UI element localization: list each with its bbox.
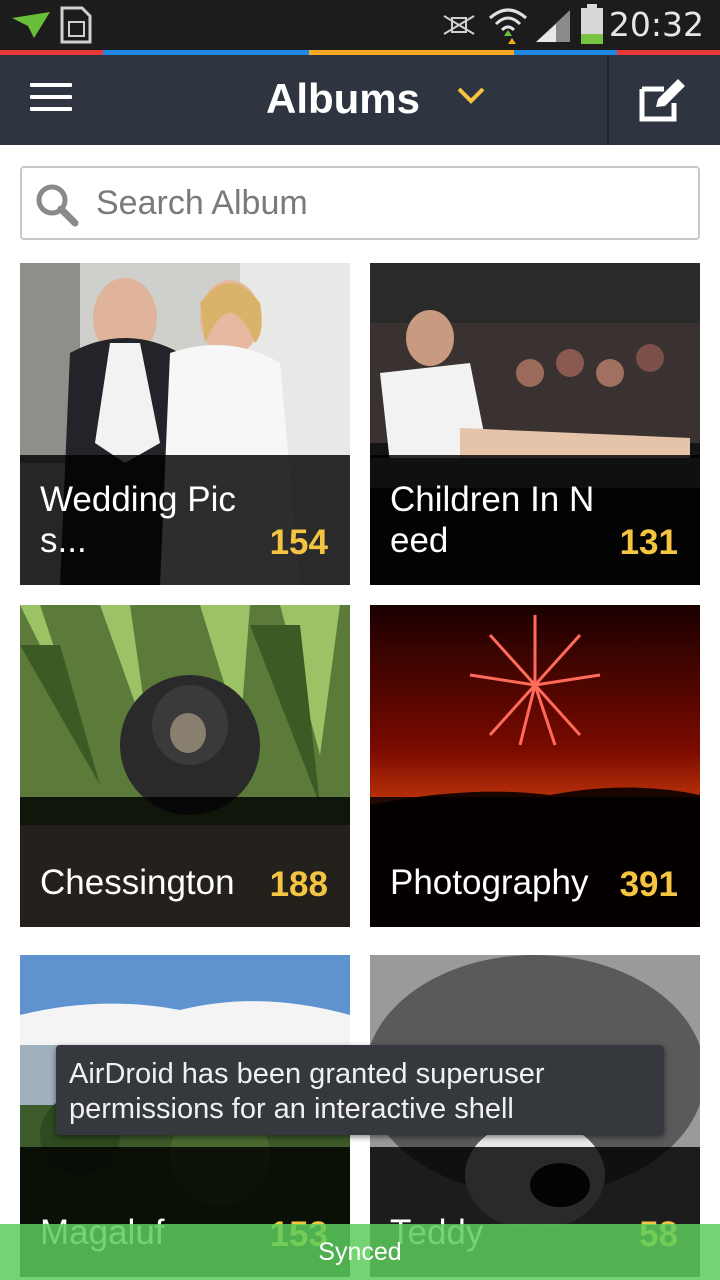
battery-icon <box>581 4 603 44</box>
sync-status-text: Synced <box>318 1238 402 1266</box>
album-tile[interactable]: Chessington 188 <box>20 605 350 927</box>
album-count: 131 <box>619 523 678 562</box>
signal-icon <box>536 10 570 42</box>
album-tile[interactable]: Photography 391 <box>370 605 700 927</box>
sync-status-bar: Synced <box>0 1224 720 1280</box>
album-count: 154 <box>269 523 328 562</box>
album-count: 391 <box>619 865 678 904</box>
album-name: Wedding Pics... <box>40 480 236 560</box>
album-name: Photography <box>390 863 589 902</box>
chevron-down-icon[interactable] <box>456 85 486 105</box>
menu-button[interactable] <box>30 83 72 117</box>
toast-text: AirDroid has been granted superuser perm… <box>69 1058 545 1125</box>
search-input[interactable] <box>94 178 678 228</box>
search-box[interactable] <box>20 166 700 240</box>
menu-icon-bar <box>30 95 72 99</box>
clock: 20:32 <box>608 5 704 44</box>
app-toolbar: Albums <box>0 55 720 145</box>
toast-message: AirDroid has been granted superuser perm… <box>56 1045 664 1135</box>
sim-card-icon <box>60 6 92 44</box>
status-bar: 20:32 <box>0 0 720 50</box>
silent-icon <box>443 15 475 35</box>
album-name: Children In Need <box>390 480 595 560</box>
compose-icon[interactable] <box>638 77 688 123</box>
airdroid-notify-icon <box>12 12 50 38</box>
album-tile[interactable]: Wedding Pics... 154 <box>20 263 350 585</box>
menu-icon-bar <box>30 107 72 111</box>
search-icon <box>36 184 79 227</box>
wifi-icon <box>489 8 527 44</box>
toolbar-divider <box>607 55 609 145</box>
album-tile[interactable]: Children In Need 131 <box>370 263 700 585</box>
album-name: Chessington <box>40 863 235 902</box>
page-title[interactable]: Albums <box>266 75 420 123</box>
album-count: 188 <box>269 865 328 904</box>
menu-icon-bar <box>30 83 72 87</box>
